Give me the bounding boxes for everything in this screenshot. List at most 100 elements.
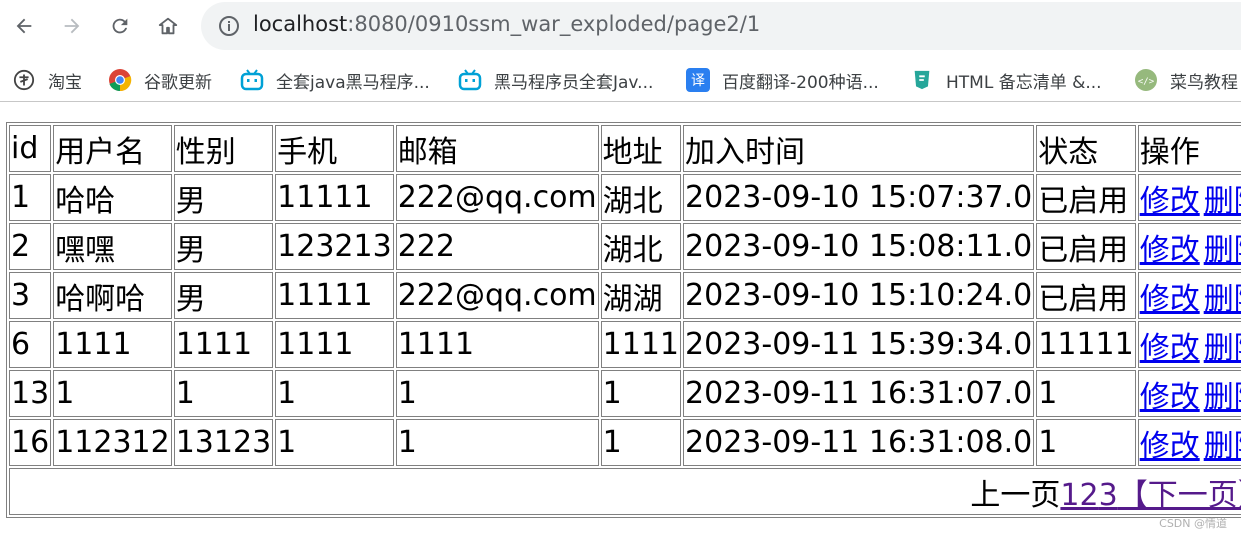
delete-link[interactable]: 删除 [1204,429,1241,464]
cell-actions: 修改删除 [1137,419,1241,466]
delete-link[interactable]: 删除 [1204,380,1241,415]
bookmark-taobao[interactable]: 淘宝 [12,66,82,94]
bookmark-chrome-update[interactable]: 谷歌更新 [108,66,212,94]
forward-button[interactable] [56,10,88,42]
cell-phone: 1 [275,370,394,417]
cell-username: 嘿嘿 [53,223,172,270]
cell-actions: 修改删除 [1137,370,1241,417]
bookmark-label: 谷歌更新 [144,72,212,93]
bilibili-icon [458,68,482,92]
pager-row: 上一页123【下一页】 [9,468,1241,515]
table-row: 6 1111 1111 1111 1111 1111 2023-09-11 15:39:34… [9,321,1241,368]
edit-link[interactable]: 修改 [1140,429,1200,464]
forward-arrow-icon [64,18,80,34]
delete-link[interactable]: 删除 [1204,233,1241,268]
cell-join-time: 2023-09-10 15:07:37.0 [683,174,1035,221]
header-username: 用户名 [53,125,172,172]
cell-address: 湖北 [600,174,682,221]
edit-link[interactable]: 修改 [1140,184,1200,219]
cell-id: 6 [9,321,52,368]
bookmark-heima-course[interactable]: 黑马程序员全套Jav... [458,66,653,94]
cell-actions: 修改删除 [1137,223,1241,270]
page-link-3[interactable]: 3 [1099,478,1118,513]
cell-gender: 1111 [173,321,274,368]
header-id: id [9,125,52,172]
url-host: localhost [253,12,348,36]
translate-icon: 译 [686,68,710,92]
header-status: 状态 [1036,125,1136,172]
cell-actions: 修改删除 [1137,174,1241,221]
edit-link[interactable]: 修改 [1140,233,1200,268]
cell-gender: 男 [173,174,274,221]
home-icon [158,17,178,35]
cell-address: 1 [600,370,682,417]
address-bar[interactable]: localhost:8080/0910ssm_war_exploded/page… [201,2,1241,50]
cell-id: 13 [9,370,52,417]
bookmark-label: 淘宝 [48,72,82,93]
cell-status: 已启用 [1036,272,1136,319]
cell-gender: 男 [173,272,274,319]
cell-join-time: 2023-09-10 15:10:24.0 [683,272,1035,319]
runoob-icon: </> [1134,68,1158,92]
header-email: 邮箱 [395,125,599,172]
cell-phone: 1 [275,419,394,466]
header-join-time: 加入时间 [683,125,1035,172]
next-page-link[interactable]: 【下一页】 [1118,478,1241,513]
cell-id: 16 [9,419,52,466]
cell-username: 1111 [53,321,172,368]
cell-address: 湖北 [600,223,682,270]
cell-address: 湖湖 [600,272,682,319]
header-actions: 操作 [1137,125,1241,172]
cell-username: 哈哈 [53,174,172,221]
page-link-1[interactable]: 1 [1060,478,1079,513]
delete-link[interactable]: 删除 [1204,282,1241,317]
header-gender: 性别 [173,125,274,172]
cell-email: 1 [395,419,599,466]
cell-id: 3 [9,272,52,319]
reload-button[interactable] [104,10,136,42]
delete-link[interactable]: 删除 [1204,184,1241,219]
back-button[interactable] [8,10,40,42]
user-table: id 用户名 性别 手机 邮箱 地址 加入时间 状态 操作 1 哈哈男 11111 2… [6,122,1241,518]
cell-actions: 修改删除 [1137,321,1241,368]
cell-gender: 13123 [173,419,274,466]
delete-link[interactable]: 删除 [1204,331,1241,366]
reload-icon [112,18,128,34]
cell-gender: 男 [173,223,274,270]
cell-status: 11111 [1036,321,1136,368]
header-phone: 手机 [275,125,394,172]
chrome-icon [108,68,132,92]
cell-address: 1111 [600,321,682,368]
url-path: :8080/0910ssm_war_exploded/page2/1 [347,12,761,36]
cell-gender: 1 [173,370,274,417]
cell-username: 112312 [53,419,172,466]
table-row: 1 哈哈男 11111 222@qq.com 湖北 2023-09-10 15:07:37… [9,174,1241,221]
cell-email: 222@qq.com [395,272,599,319]
cell-email: 1 [395,370,599,417]
cell-email: 222 [395,223,599,270]
cell-username: 哈啊哈 [53,272,172,319]
cell-phone: 123213 [275,223,394,270]
cell-status: 已启用 [1036,174,1136,221]
pagination: 上一页123【下一页】 [9,468,1241,515]
bookmark-java-course[interactable]: 全套java黑马程序... [240,66,430,94]
cell-actions: 修改删除 [1137,272,1241,319]
table-row: 13111112023-09-11 16:31:07.01修改删除 [9,370,1241,417]
page-link-2[interactable]: 2 [1080,478,1099,513]
cell-join-time: 2023-09-11 15:39:34.0 [683,321,1035,368]
prev-page-label: 上一页 [970,477,1061,513]
site-info-icon[interactable] [217,14,241,38]
table-row: 3 哈啊哈男 11111 222@qq.com 湖湖 2023-09-10 15:10:2… [9,272,1241,319]
edit-link[interactable]: 修改 [1140,331,1200,366]
bookmark-html-cheatsheet[interactable]: HTML 备忘清单 &... [910,66,1102,94]
cell-phone: 1111 [275,321,394,368]
edit-link[interactable]: 修改 [1140,380,1200,415]
bookmark-runoob[interactable]: </> 菜鸟教程 [1134,66,1238,94]
bookmark-baidu-translate[interactable]: 译 百度翻译-200种语... [686,66,879,94]
edit-link[interactable]: 修改 [1140,282,1200,317]
cell-status: 已启用 [1036,223,1136,270]
user-table-body: id 用户名 性别 手机 邮箱 地址 加入时间 状态 操作 1 哈哈男 11111 2… [9,125,1241,515]
home-button[interactable] [152,10,184,42]
header-address: 地址 [600,125,682,172]
cell-username: 1 [53,370,172,417]
